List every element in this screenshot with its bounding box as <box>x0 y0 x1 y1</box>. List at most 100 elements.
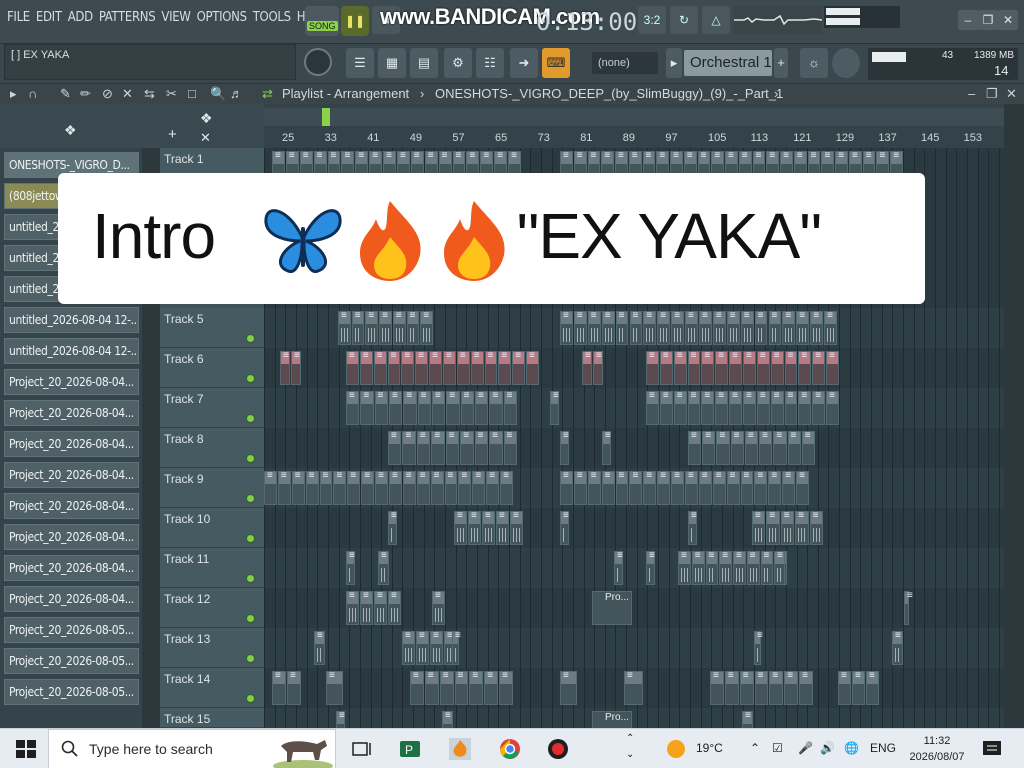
panel-close-icon[interactable]: ✕ <box>1006 86 1017 102</box>
pattern-clip[interactable]: ≡ <box>746 550 760 585</box>
magnet-icon[interactable]: ∩ <box>28 86 37 101</box>
pattern-clip[interactable]: ≡ <box>740 470 754 505</box>
pattern-clip[interactable]: ≡ <box>705 550 719 585</box>
playlist-scrollbar[interactable] <box>1004 104 1024 728</box>
mixer-icon[interactable]: ⚙ <box>444 48 472 78</box>
browser-item[interactable]: Project_20_2026-08-04... <box>4 369 139 395</box>
pattern-clip[interactable]: ≡ <box>782 310 796 345</box>
pattern-clip[interactable]: ≡ <box>733 550 746 585</box>
pattern-clip[interactable]: ≡ <box>795 510 809 545</box>
pattern-clip[interactable]: ≡ <box>643 310 657 345</box>
pattern-clip[interactable]: ≡ <box>360 390 374 425</box>
delete-icon[interactable]: ⊘ <box>102 86 113 102</box>
add-icon[interactable]: + <box>774 48 788 78</box>
slip-icon[interactable]: ⇆ <box>144 86 155 102</box>
pattern-clip[interactable]: ≡ <box>365 310 379 345</box>
browser-item[interactable]: Project_20_2026-08-05... <box>4 648 139 674</box>
browser-item[interactable]: Project_20_2026-08-04... <box>4 400 139 426</box>
pattern-clip[interactable]: ≡ <box>715 390 729 425</box>
pattern-clip[interactable]: ≡ <box>402 630 415 665</box>
browser-item[interactable]: Project_20_2026-08-04... <box>4 493 139 519</box>
browser-item[interactable]: Project_20_2026-08-05... <box>4 679 139 705</box>
pattern-clip[interactable]: ≡ <box>499 670 513 705</box>
pattern-clip[interactable]: ≡ <box>280 350 290 385</box>
current-pattern-name[interactable]: ONESHOTS-_VIGRO_DEEP_(by_SlimBuggy)_(9)_… <box>435 86 783 101</box>
pattern-clip[interactable]: ≡ <box>754 470 768 505</box>
track-header[interactable]: Track 10 <box>160 508 264 548</box>
track-header[interactable]: Track 14 <box>160 668 264 708</box>
pattern-clip[interactable]: ≡ <box>443 350 456 385</box>
pattern-clip[interactable]: ≡ <box>866 670 879 705</box>
pattern-clip[interactable]: ≡ <box>759 430 773 465</box>
track-header[interactable]: Track 15 <box>160 708 264 728</box>
overview-bar[interactable] <box>264 108 1004 126</box>
track-enable-led[interactable] <box>246 654 255 663</box>
mute-icon[interactable]: ✕ <box>122 86 133 102</box>
browser-item[interactable]: Project_20_2026-08-04... <box>4 462 139 488</box>
pattern-clip[interactable]: ≡ <box>702 430 716 465</box>
pattern-clip[interactable]: ≡ <box>389 390 403 425</box>
browser-menu-icon[interactable]: ❖ <box>64 122 77 139</box>
play-arrow-icon[interactable]: ▸ <box>10 86 17 102</box>
pattern-clip[interactable]: ≡ <box>740 310 754 345</box>
pattern-clip[interactable]: ≡ <box>469 670 484 705</box>
pattern-clip[interactable]: ≡ <box>715 350 729 385</box>
track-enable-led[interactable] <box>246 574 255 583</box>
pattern-clip[interactable]: ≡ <box>336 710 345 728</box>
track-enable-led[interactable] <box>246 454 255 463</box>
pattern-clip[interactable]: ≡ <box>782 470 796 505</box>
pattern-clip[interactable]: ≡ <box>643 470 657 505</box>
audio-clip[interactable]: Pro... <box>592 711 632 728</box>
pattern-clip[interactable]: ≡ <box>601 310 615 345</box>
system-clock[interactable]: 11:32 2026/08/07 <box>906 733 968 765</box>
pattern-clip[interactable]: ≡ <box>593 350 603 385</box>
snap-icon[interactable]: ↻ <box>670 6 698 34</box>
volume-icon[interactable]: 🔊 <box>820 741 835 755</box>
meet-icon[interactable]: ☑ <box>772 741 783 755</box>
pattern-clip[interactable]: ≡ <box>277 470 291 505</box>
pattern-clip[interactable]: ≡ <box>526 350 539 385</box>
pattern-clip[interactable]: ≡ <box>573 470 587 505</box>
pattern-clip[interactable]: ≡ <box>756 390 770 425</box>
restore-icon[interactable]: ❐ <box>978 10 998 30</box>
pattern-clip[interactable]: ≡ <box>496 510 509 545</box>
pattern-clip[interactable]: ≡ <box>430 630 443 665</box>
paint-icon[interactable]: ✏ <box>80 86 91 102</box>
pattern-clip[interactable]: ≡ <box>291 470 305 505</box>
pattern-clip[interactable]: ≡ <box>582 350 592 385</box>
pattern-clip[interactable]: ≡ <box>417 390 431 425</box>
pattern-clip[interactable]: ≡ <box>602 430 611 465</box>
pattern-clip[interactable]: ≡ <box>484 670 499 705</box>
menu-options[interactable]: OPTIONS <box>194 10 250 25</box>
pattern-selector[interactable]: (none) <box>592 52 658 74</box>
browser-item[interactable]: untitled_2026-08-04 12-... <box>4 338 139 364</box>
track-enable-led[interactable] <box>246 614 255 623</box>
pattern-clip[interactable]: ≡ <box>624 670 643 705</box>
pattern-clip[interactable]: ≡ <box>699 310 712 345</box>
channel-selector[interactable]: Orchestral 1 <box>684 50 772 76</box>
pattern-clip[interactable]: ≡ <box>719 550 732 585</box>
pattern-clip[interactable]: ≡ <box>780 510 795 545</box>
zoom-icon[interactable]: 🔍 <box>210 86 226 102</box>
pattern-clip[interactable]: ≡ <box>416 470 430 505</box>
typing-keyboard-icon[interactable]: ⌨ <box>542 48 570 78</box>
pattern-clip[interactable]: ≡ <box>416 430 431 465</box>
pattern-clip[interactable]: ≡ <box>812 350 826 385</box>
track-enable-led[interactable] <box>246 334 255 343</box>
microphone-icon[interactable]: 🎤 <box>798 741 813 755</box>
menu-file[interactable]: FILE <box>4 10 33 25</box>
pattern-clip[interactable]: ≡ <box>701 390 715 425</box>
channel-rack-icon[interactable]: ▤ <box>410 48 438 78</box>
pattern-clip[interactable]: ≡ <box>474 430 489 465</box>
pattern-clip[interactable]: ≡ <box>729 350 742 385</box>
track-header[interactable]: Track 9 <box>160 468 264 508</box>
piano-roll-icon[interactable]: ▦ <box>378 48 406 78</box>
master-volume-knob[interactable] <box>304 48 332 76</box>
pattern-clip[interactable]: ≡ <box>452 630 461 665</box>
track-header[interactable]: Track 5 <box>160 308 264 348</box>
pattern-clip[interactable]: ≡ <box>560 310 573 345</box>
pattern-clip[interactable]: ≡ <box>439 670 454 705</box>
pattern-clip[interactable]: ≡ <box>403 390 417 425</box>
pattern-clip[interactable]: ≡ <box>460 390 474 425</box>
pattern-clip[interactable]: ≡ <box>424 670 439 705</box>
